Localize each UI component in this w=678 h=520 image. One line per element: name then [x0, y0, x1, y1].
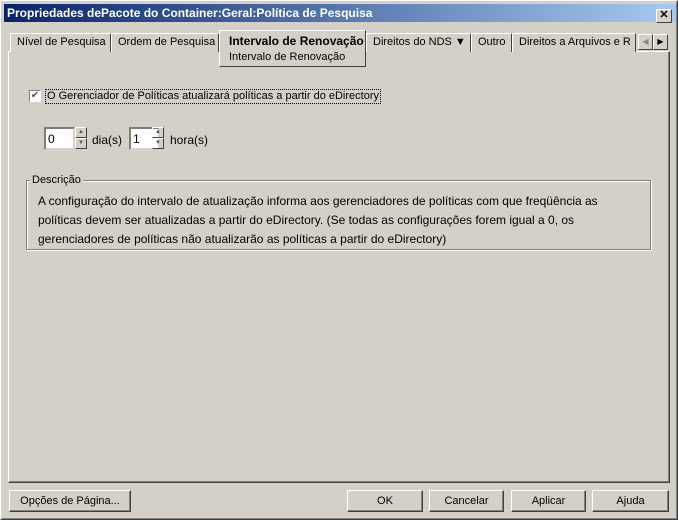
- title-bar: Propriedades dePacote do Container:Geral…: [4, 4, 676, 23]
- hours-spinner[interactable]: ▲ ▼: [152, 127, 164, 150]
- tab-scroll-left-button[interactable]: ◀: [638, 34, 653, 50]
- tab-intervalo-de-renovacao[interactable]: Intervalo de Renovação Intervalo de Renov…: [219, 30, 366, 67]
- tab-dropdown-item[interactable]: Intervalo de Renovação: [229, 51, 365, 63]
- update-policies-label[interactable]: O Gerenciador de Políticas atualizará po…: [45, 89, 381, 104]
- tab-panel: [8, 51, 670, 483]
- days-label: dia(s): [92, 133, 123, 147]
- spin-up-icon[interactable]: ▲: [75, 127, 87, 138]
- description-title: Descrição: [30, 174, 83, 186]
- window-title: Propriedades dePacote do Container:Geral…: [7, 6, 373, 20]
- close-button[interactable]: ✕: [656, 9, 672, 23]
- spin-down-icon[interactable]: ▼: [152, 138, 164, 149]
- tab-scroll-right-button[interactable]: ▶: [653, 34, 668, 50]
- help-button[interactable]: Ajuda: [592, 490, 669, 512]
- spin-down-icon[interactable]: ▼: [75, 138, 87, 149]
- cancel-button[interactable]: Cancelar: [429, 490, 504, 512]
- apply-button[interactable]: Aplicar: [511, 490, 586, 512]
- update-policies-checkbox[interactable]: ✔: [29, 90, 41, 102]
- tab-nivel-de-pesquisa[interactable]: Nível de Pesquisa: [10, 33, 111, 52]
- tab-ordem-de-pesquisa[interactable]: Ordem de Pesquisa: [111, 33, 219, 52]
- spin-up-icon[interactable]: ▲: [152, 127, 164, 138]
- tab-outro[interactable]: Outro: [471, 33, 512, 52]
- days-spinner[interactable]: ▲ ▼: [75, 127, 87, 150]
- ok-button[interactable]: OK: [347, 490, 423, 512]
- hours-label: hora(s): [170, 133, 209, 147]
- days-input[interactable]: 0: [44, 127, 75, 150]
- description-text: A configuração do intervalo de atualizaç…: [38, 194, 598, 246]
- tab-direitos-a-arquivos[interactable]: Direitos a Arquivos e R: [512, 33, 636, 52]
- tab-direitos-do-nds[interactable]: Direitos do NDS ▼: [366, 33, 471, 52]
- page-options-button[interactable]: Opções de Página...: [9, 490, 131, 512]
- tab-label: Intervalo de Renovação: [229, 34, 364, 48]
